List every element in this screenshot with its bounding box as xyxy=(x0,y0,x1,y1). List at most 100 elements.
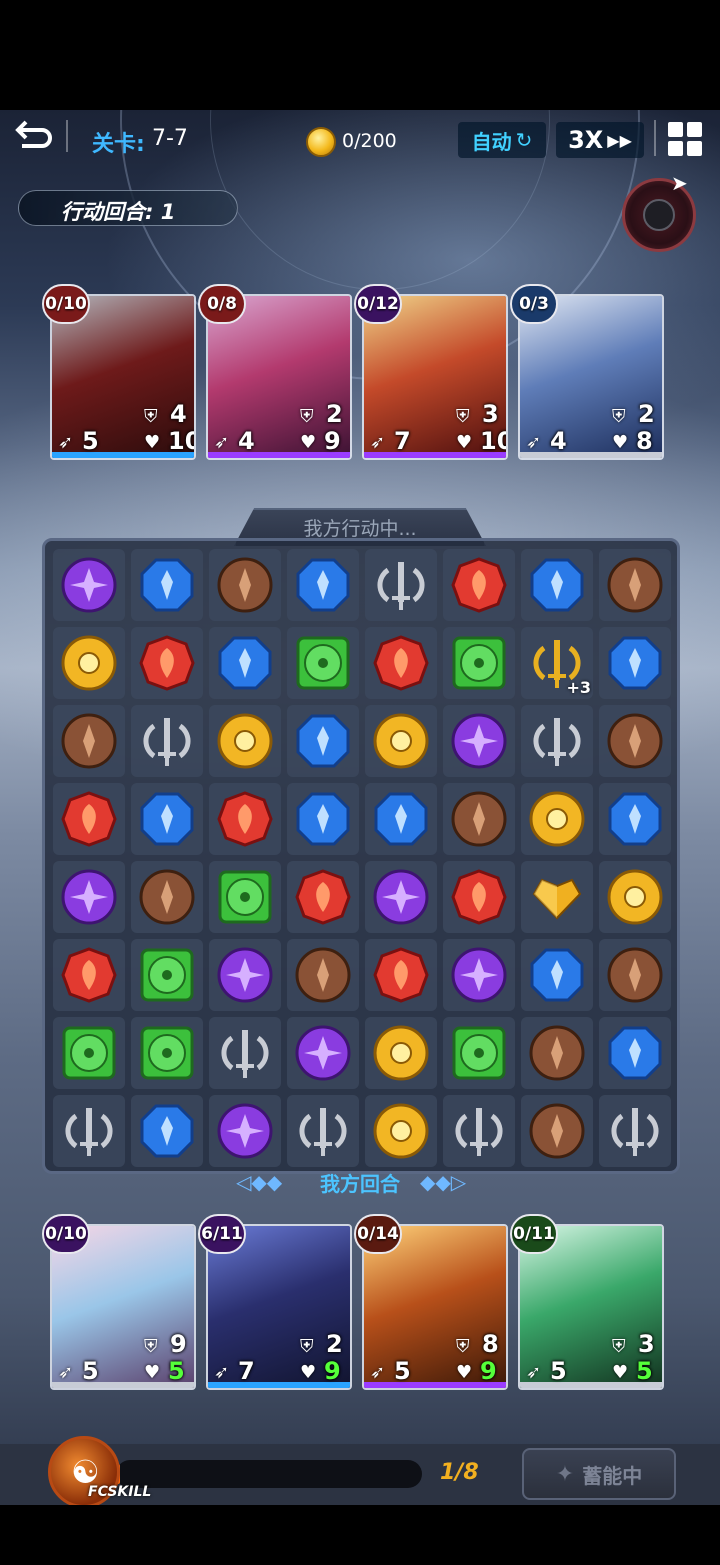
board-cell[interactable] xyxy=(209,861,281,933)
board-cell[interactable] xyxy=(287,861,359,933)
board-cell[interactable] xyxy=(53,1095,125,1167)
board-cell[interactable] xyxy=(443,549,515,621)
board-cell[interactable] xyxy=(599,1017,671,1089)
compass-button[interactable]: ➤ xyxy=(622,171,696,252)
enemy-energy-badge: 0/12 xyxy=(354,284,402,324)
board-cell[interactable] xyxy=(443,705,515,777)
purple-gem-icon xyxy=(295,1025,351,1081)
board-cell[interactable] xyxy=(53,783,125,855)
board-cell[interactable] xyxy=(521,939,593,1011)
board-cell[interactable] xyxy=(53,1017,125,1089)
board-cell[interactable] xyxy=(53,549,125,621)
action-round-pill: 行动回合: 1 xyxy=(18,190,238,226)
board-cell[interactable] xyxy=(599,705,671,777)
brown-gem-icon xyxy=(529,1025,585,1081)
board-cell[interactable] xyxy=(209,783,281,855)
board-status-text: 我方行动中... xyxy=(303,518,417,540)
board-cell[interactable] xyxy=(209,1095,281,1167)
board-cell[interactable] xyxy=(599,783,671,855)
board-cell[interactable] xyxy=(287,1095,359,1167)
enemy-hp: 9 xyxy=(324,427,341,455)
board-cell[interactable] xyxy=(365,861,437,933)
board-cell[interactable] xyxy=(521,783,593,855)
hero-energy-badge: 0/14 xyxy=(354,1214,402,1254)
auto-button[interactable]: 自动 ↻ xyxy=(458,122,546,158)
hero-energy-badge: 0/11 xyxy=(510,1214,558,1254)
red-gem-icon xyxy=(61,791,117,847)
board-cell[interactable] xyxy=(365,1095,437,1167)
board-cell[interactable] xyxy=(443,627,515,699)
board-cell[interactable] xyxy=(53,627,125,699)
charge-button[interactable]: ✦ 蓄能中 xyxy=(522,1448,676,1500)
board-cell[interactable] xyxy=(599,861,671,933)
board-cell[interactable] xyxy=(443,1017,515,1089)
sword-gem-icon xyxy=(221,1030,269,1078)
hero-hp: 5 xyxy=(168,1357,185,1385)
board-cell[interactable] xyxy=(521,1017,593,1089)
brown-gem-icon xyxy=(607,947,663,1003)
fast-forward-icon: ▶▶ xyxy=(607,130,632,150)
board-cell[interactable] xyxy=(209,939,281,1011)
sword-gem-icon xyxy=(143,718,191,766)
board-cell[interactable] xyxy=(287,939,359,1011)
speed-button[interactable]: 3X ▶▶ xyxy=(556,122,644,158)
hero-attack: 5 xyxy=(394,1357,411,1385)
green-gem-icon xyxy=(62,1026,116,1080)
skill-progress-track xyxy=(116,1460,422,1488)
board-cell[interactable] xyxy=(53,861,125,933)
board-cell[interactable] xyxy=(443,939,515,1011)
board-cell[interactable] xyxy=(443,1095,515,1167)
back-button[interactable] xyxy=(12,118,54,156)
board-cell[interactable] xyxy=(521,1095,593,1167)
board-cell[interactable] xyxy=(131,939,203,1011)
blue-gem-icon xyxy=(140,792,194,846)
board-cell[interactable] xyxy=(131,1095,203,1167)
board-cell[interactable] xyxy=(131,861,203,933)
brown-gem-icon xyxy=(607,557,663,613)
turn-banner: 我方回合 xyxy=(320,1172,400,1196)
board-cell[interactable] xyxy=(521,705,593,777)
blue-gem-icon xyxy=(296,792,350,846)
board-cell[interactable] xyxy=(443,861,515,933)
header-divider-right xyxy=(654,120,656,156)
board-cell[interactable] xyxy=(287,705,359,777)
menu-grid-button[interactable] xyxy=(668,122,702,156)
board-cell[interactable] xyxy=(599,627,671,699)
board-cell[interactable] xyxy=(209,549,281,621)
board-cell[interactable] xyxy=(131,1017,203,1089)
board-cell[interactable] xyxy=(209,627,281,699)
board-cell[interactable]: +3 xyxy=(521,627,593,699)
board-cell[interactable] xyxy=(131,549,203,621)
board-cell[interactable] xyxy=(599,549,671,621)
yellow-gem-icon xyxy=(529,791,585,847)
enemy-armor: 4 xyxy=(170,400,187,428)
hero-armor: 3 xyxy=(638,1330,655,1358)
board-cell[interactable] xyxy=(131,783,203,855)
board-cell[interactable] xyxy=(599,939,671,1011)
hero-armor: 8 xyxy=(482,1330,499,1358)
board-cell[interactable] xyxy=(521,861,593,933)
blue-gem-icon xyxy=(374,792,428,846)
board-cell[interactable] xyxy=(53,705,125,777)
board-cell[interactable] xyxy=(365,783,437,855)
board-cell[interactable] xyxy=(365,705,437,777)
board-cell[interactable] xyxy=(209,705,281,777)
board-cell[interactable] xyxy=(599,1095,671,1167)
board-cell[interactable] xyxy=(365,939,437,1011)
board-cell[interactable] xyxy=(131,705,203,777)
magic-wand-icon: ✦ xyxy=(555,1461,575,1487)
board-cell[interactable] xyxy=(53,939,125,1011)
board-cell[interactable] xyxy=(287,1017,359,1089)
board-cell[interactable] xyxy=(521,549,593,621)
board-cell[interactable] xyxy=(365,627,437,699)
board-cell[interactable] xyxy=(365,549,437,621)
board-cell[interactable] xyxy=(131,627,203,699)
board-cell[interactable] xyxy=(287,783,359,855)
board-cell[interactable] xyxy=(209,1017,281,1089)
red-gem-icon xyxy=(373,635,429,691)
board-cell[interactable] xyxy=(443,783,515,855)
board-cell[interactable] xyxy=(287,627,359,699)
board-cell[interactable] xyxy=(365,1017,437,1089)
enemy-hp: 10 xyxy=(480,427,506,455)
board-cell[interactable] xyxy=(287,549,359,621)
